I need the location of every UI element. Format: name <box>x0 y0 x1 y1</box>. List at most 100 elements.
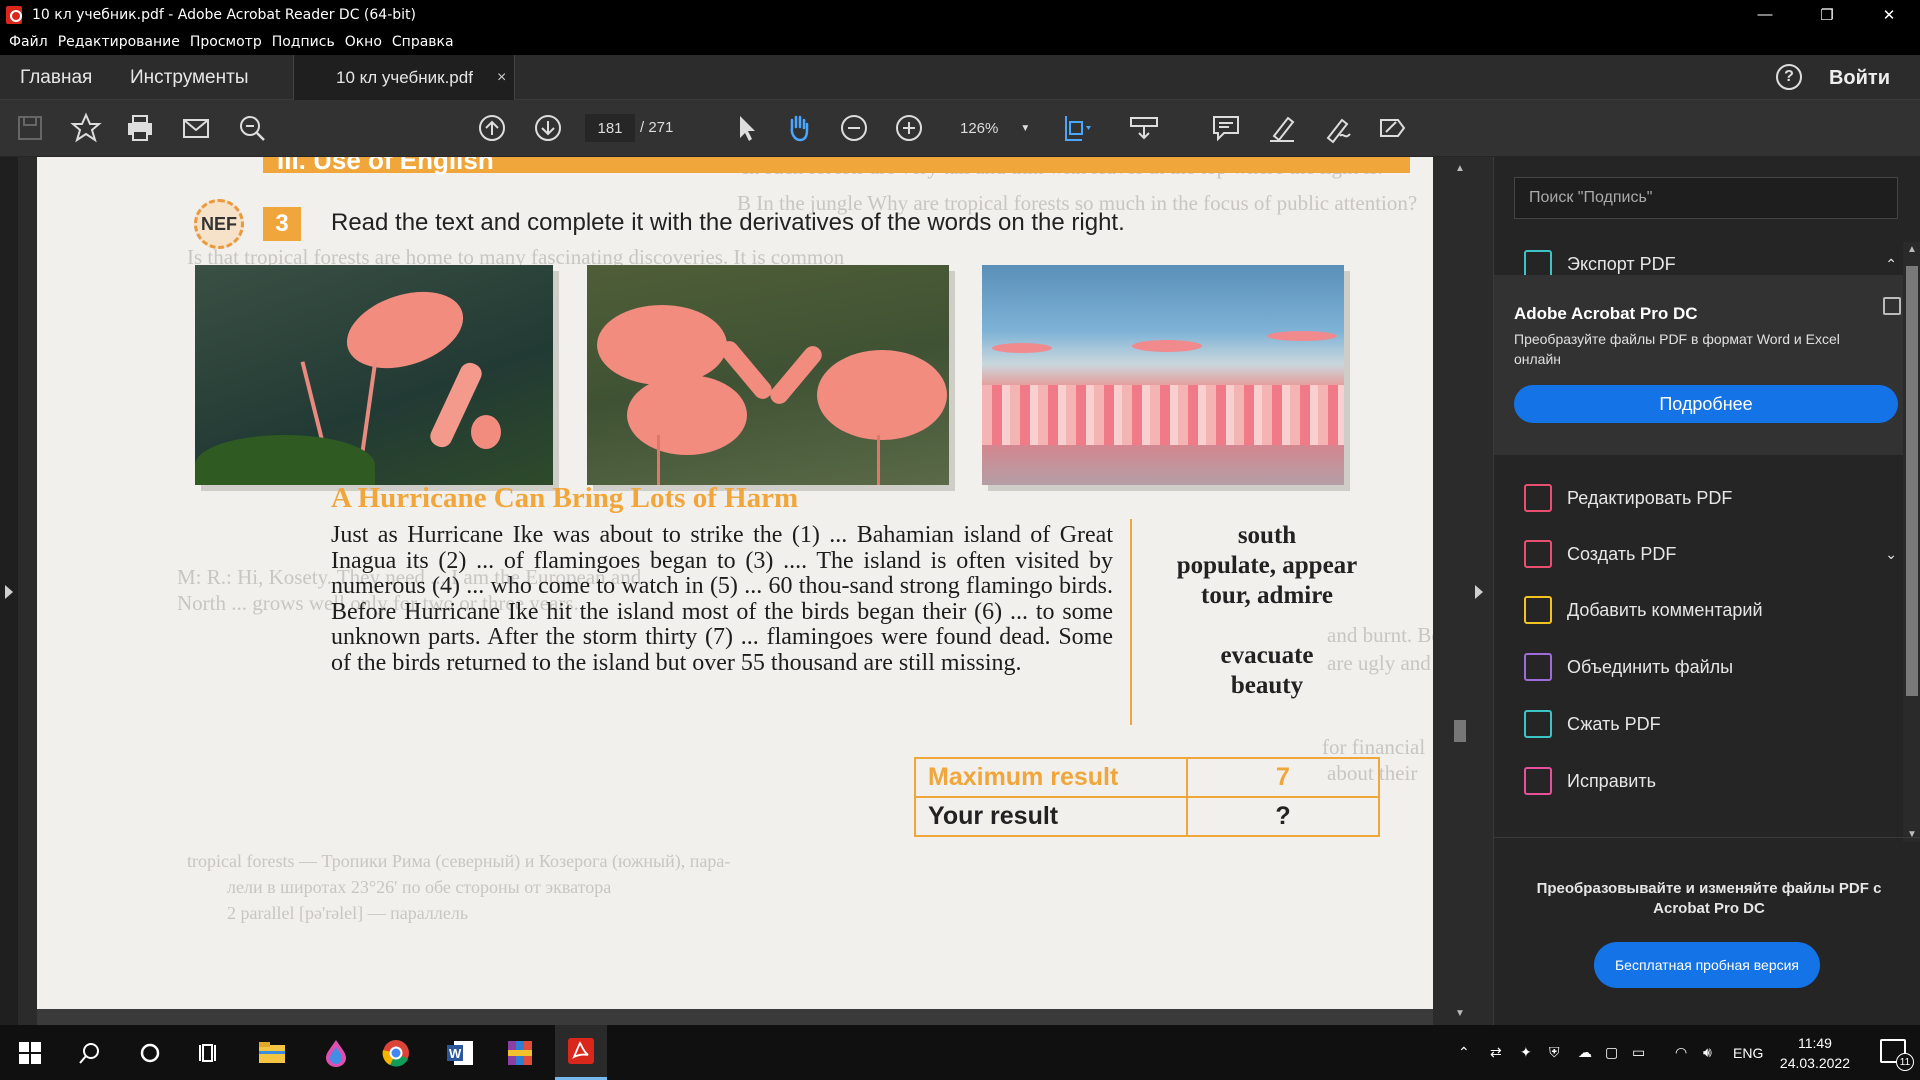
start-windows-icon[interactable] <box>4 1025 56 1080</box>
tray-battery-icon[interactable]: ▭ <box>1632 1025 1645 1080</box>
page-number-input[interactable]: 181 <box>585 114 635 142</box>
tool-label: Объединить файлы <box>1567 656 1734 677</box>
tool-fix[interactable]: Исправить <box>1494 758 1920 804</box>
tool-create-pdf[interactable]: Создать PDF ⌄ <box>1494 531 1920 577</box>
zoom-in-icon[interactable] <box>893 112 925 144</box>
search-icon[interactable] <box>64 1025 116 1080</box>
scroll-mode-icon[interactable] <box>1128 112 1160 144</box>
tray-device-icon[interactable]: ▢ <box>1605 1025 1618 1080</box>
close-window-button[interactable]: ✕ <box>1858 0 1920 29</box>
print-icon[interactable] <box>124 112 156 144</box>
tools-search-input[interactable]: Поиск "Подпись" <box>1514 177 1898 219</box>
search-zoom-icon[interactable] <box>236 112 268 144</box>
menu-help[interactable]: Справка <box>392 34 454 50</box>
tray-volume-icon[interactable]: 🔊︎ <box>1703 1025 1712 1080</box>
tab-tools[interactable]: Инструменты <box>130 55 248 100</box>
tab-home[interactable]: Главная <box>20 55 92 100</box>
comment-icon[interactable] <box>1210 112 1242 144</box>
restore-button[interactable]: ❐ <box>1796 0 1858 29</box>
save-icon[interactable] <box>14 112 46 144</box>
cortana-icon[interactable] <box>124 1025 176 1080</box>
left-panel-toggle[interactable] <box>0 157 18 1025</box>
winrar-icon[interactable] <box>494 1025 546 1080</box>
scroll-thumb[interactable] <box>1906 266 1918 696</box>
sign-icon[interactable] <box>1322 112 1354 144</box>
promo-box: Adobe Acrobat Pro DC Преобразуйте файлы … <box>1494 275 1920 455</box>
svg-text:W: W <box>449 1046 462 1061</box>
help-icon[interactable]: ? <box>1776 64 1802 90</box>
bookmark-star-icon[interactable] <box>70 112 102 144</box>
tab-document[interactable]: 10 кл учебник.pdf × <box>293 55 515 100</box>
task-view-icon[interactable] <box>184 1025 236 1080</box>
tray-onedrive-icon[interactable]: ☁ <box>1578 1025 1592 1080</box>
word-icon[interactable]: W <box>434 1025 486 1080</box>
edit-pdf-icon <box>1524 484 1552 512</box>
highlight-pen-icon[interactable] <box>1266 112 1298 144</box>
paint-3d-icon[interactable] <box>310 1025 362 1080</box>
tray-wifi-icon[interactable]: ◠ <box>1675 1025 1687 1080</box>
document-scrollbar[interactable]: ▲ ▼ <box>1451 157 1469 1025</box>
your-result-value: ? <box>1186 796 1380 837</box>
fit-page-icon[interactable] <box>1060 112 1092 144</box>
tools-scrollbar[interactable]: ▲ ▼ <box>1903 242 1920 842</box>
file-explorer-icon[interactable] <box>246 1025 298 1080</box>
zoom-out-icon[interactable] <box>838 112 870 144</box>
ghost-text: лели в широтах 23°26' по обе стороны от … <box>227 877 612 897</box>
scroll-up-icon[interactable]: ▲ <box>1907 244 1917 255</box>
tool-combine-files[interactable]: Объединить файлы <box>1494 644 1920 690</box>
acrobat-app-icon <box>6 5 22 24</box>
compress-pdf-icon <box>1524 710 1552 738</box>
menu-window[interactable]: Окно <box>345 34 382 50</box>
tray-chevron-up-icon[interactable]: ⌃ <box>1458 1025 1470 1080</box>
menu-sign[interactable]: Подпись <box>272 34 335 50</box>
minimize-button[interactable]: — <box>1734 0 1796 29</box>
document-area[interactable]: In such forests are very tall and thin w… <box>0 157 1493 1025</box>
collapse-right-panel-icon[interactable] <box>1475 585 1483 599</box>
toolbar: 181 / 271 126% ▼ <box>0 100 1920 157</box>
tray-network-share-icon[interactable]: ⇄ <box>1490 1025 1502 1080</box>
tray-security-shield-icon[interactable]: ⛨ <box>1549 1025 1560 1080</box>
title-bar: 10 кл учебник.pdf - Adobe Acrobat Reader… <box>0 0 1920 29</box>
zoom-level-select[interactable]: 126% ▼ <box>945 114 1033 142</box>
pen-fix-icon <box>1524 767 1552 795</box>
copy-icon[interactable] <box>1883 297 1901 315</box>
page-down-icon[interactable] <box>532 112 564 144</box>
acrobat-window: 10 кл учебник.pdf - Adobe Acrobat Reader… <box>0 0 1920 1080</box>
article-body: Just as Hurricane Ike was about to strik… <box>331 522 1113 676</box>
acrobat-taskbar-icon[interactable] <box>555 1025 607 1080</box>
scroll-down-icon[interactable]: ▼ <box>1455 1008 1465 1019</box>
notification-count: 11 <box>1896 1053 1914 1071</box>
page-total: / 271 <box>640 119 674 136</box>
close-tab-icon[interactable]: × <box>497 69 506 87</box>
menu-view[interactable]: Просмотр <box>190 34 262 50</box>
tool-add-comment[interactable]: Добавить комментарий <box>1494 587 1920 633</box>
fill-sign-icon[interactable] <box>1376 112 1408 144</box>
language-indicator[interactable]: ENG <box>1733 1025 1763 1080</box>
menu-edit[interactable]: Редактирование <box>58 34 180 50</box>
page-edge <box>37 1009 1433 1025</box>
free-trial-button[interactable]: Бесплатная пробная версия <box>1594 942 1820 988</box>
scroll-thumb[interactable] <box>1454 720 1466 742</box>
expand-left-icon <box>5 585 13 599</box>
tray-bluetooth-icon[interactable]: ✦ <box>1520 1025 1532 1080</box>
chevron-down-icon[interactable]: ⌄ <box>1885 546 1897 563</box>
menu-file[interactable]: Файл <box>9 34 48 50</box>
clock[interactable]: 11:49 24.03.2022 <box>1780 1033 1850 1073</box>
tool-compress-pdf[interactable]: Сжать PDF <box>1494 701 1920 747</box>
tool-label: Редактировать PDF <box>1567 487 1733 508</box>
email-icon[interactable] <box>180 112 212 144</box>
learn-more-button[interactable]: Подробнее <box>1514 385 1898 423</box>
notification-center-icon[interactable]: 11 <box>1880 1039 1914 1071</box>
max-result-label: Maximum result <box>914 757 1188 798</box>
chevron-up-icon[interactable]: ⌃ <box>1885 256 1897 273</box>
result-table: Maximum result 7 Your result ? <box>914 757 1380 837</box>
scroll-up-icon[interactable]: ▲ <box>1455 163 1465 174</box>
select-pointer-icon[interactable] <box>730 112 762 144</box>
tool-label: Сжать PDF <box>1567 713 1661 734</box>
scroll-down-icon[interactable]: ▼ <box>1907 829 1917 840</box>
hand-icon[interactable] <box>783 112 815 144</box>
signin-button[interactable]: Войти <box>1829 67 1890 90</box>
page-up-icon[interactable] <box>476 112 508 144</box>
tool-edit-pdf[interactable]: Редактировать PDF <box>1494 475 1920 521</box>
chrome-icon[interactable] <box>370 1025 422 1080</box>
